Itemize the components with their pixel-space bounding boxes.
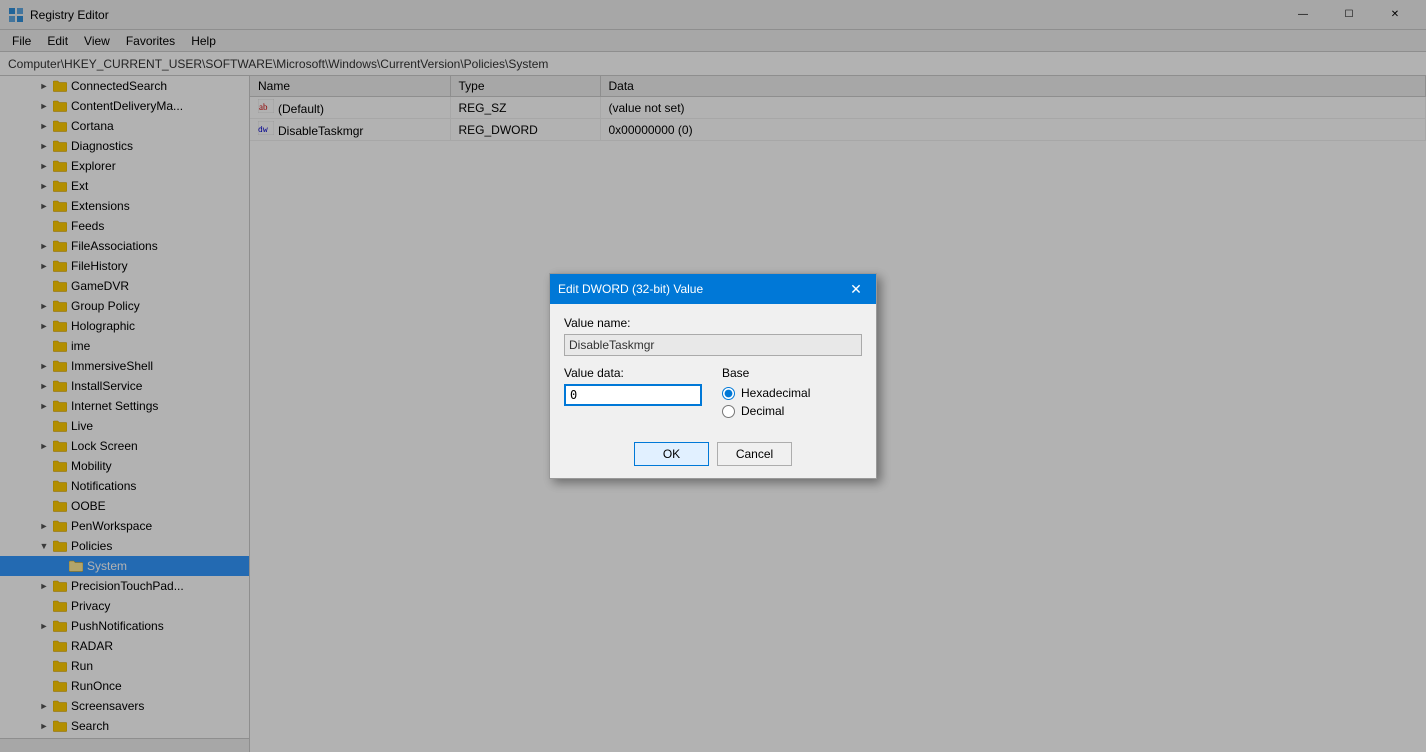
dialog-row: Value data: Base Hexadecimal Decimal (564, 366, 862, 418)
base-radio-group: Hexadecimal Decimal (722, 386, 862, 418)
radio-hexadecimal[interactable]: Hexadecimal (722, 386, 862, 400)
modal-overlay: Edit DWORD (32-bit) Value ✕ Value name: … (0, 0, 1426, 752)
dialog-right: Base Hexadecimal Decimal (722, 366, 862, 418)
edit-dword-dialog: Edit DWORD (32-bit) Value ✕ Value name: … (549, 273, 877, 479)
base-label: Base (722, 366, 862, 380)
cancel-button[interactable]: Cancel (717, 442, 792, 466)
radio-hex-label: Hexadecimal (741, 386, 810, 400)
radio-decimal[interactable]: Decimal (722, 404, 862, 418)
radio-dec-input[interactable] (722, 405, 735, 418)
ok-button[interactable]: OK (634, 442, 709, 466)
radio-dec-label: Decimal (741, 404, 784, 418)
dialog-body: Value name: Value data: Base Hexadecimal (550, 304, 876, 478)
radio-hex-input[interactable] (722, 387, 735, 400)
value-data-label: Value data: (564, 366, 702, 380)
value-data-input[interactable] (564, 384, 702, 406)
value-name-label: Value name: (564, 316, 862, 330)
dialog-buttons: OK Cancel (564, 434, 862, 466)
value-name-input[interactable] (564, 334, 862, 356)
dialog-title: Edit DWORD (32-bit) Value (558, 282, 844, 296)
dialog-left: Value data: (564, 366, 702, 406)
dialog-close-button[interactable]: ✕ (844, 277, 868, 301)
dialog-titlebar: Edit DWORD (32-bit) Value ✕ (550, 274, 876, 304)
